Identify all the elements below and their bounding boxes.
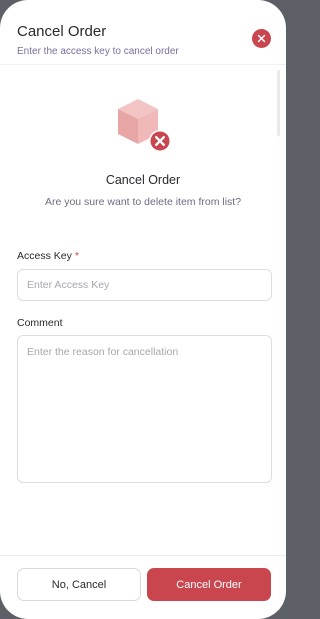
modal-title: Cancel Order <box>17 23 107 40</box>
confirm-title: Cancel Order <box>105 173 181 187</box>
close-button[interactable] <box>252 29 271 48</box>
access-key-input[interactable] <box>17 269 272 301</box>
header-divider <box>0 64 286 65</box>
no-cancel-button[interactable]: No, Cancel <box>17 568 141 601</box>
scrollbar[interactable] <box>277 70 280 136</box>
cancel-order-modal: Cancel Order Enter the access key to can… <box>0 0 286 619</box>
box-cancel-icon <box>118 99 171 152</box>
close-icon <box>257 34 266 43</box>
comment-textarea[interactable] <box>17 335 272 483</box>
required-mark: * <box>74 250 79 262</box>
access-key-label-text: Access Key <box>17 250 72 262</box>
modal-subtitle: Enter the access key to cancel order <box>17 46 179 57</box>
confirm-message: Are you sure want to delete item from li… <box>44 196 242 208</box>
modal-header: Cancel Order Enter the access key to can… <box>17 22 246 59</box>
access-key-label: Access Key * <box>17 250 79 262</box>
footer-divider <box>0 555 286 556</box>
comment-label: Comment <box>17 317 63 329</box>
cancel-order-button[interactable]: Cancel Order <box>147 568 271 601</box>
